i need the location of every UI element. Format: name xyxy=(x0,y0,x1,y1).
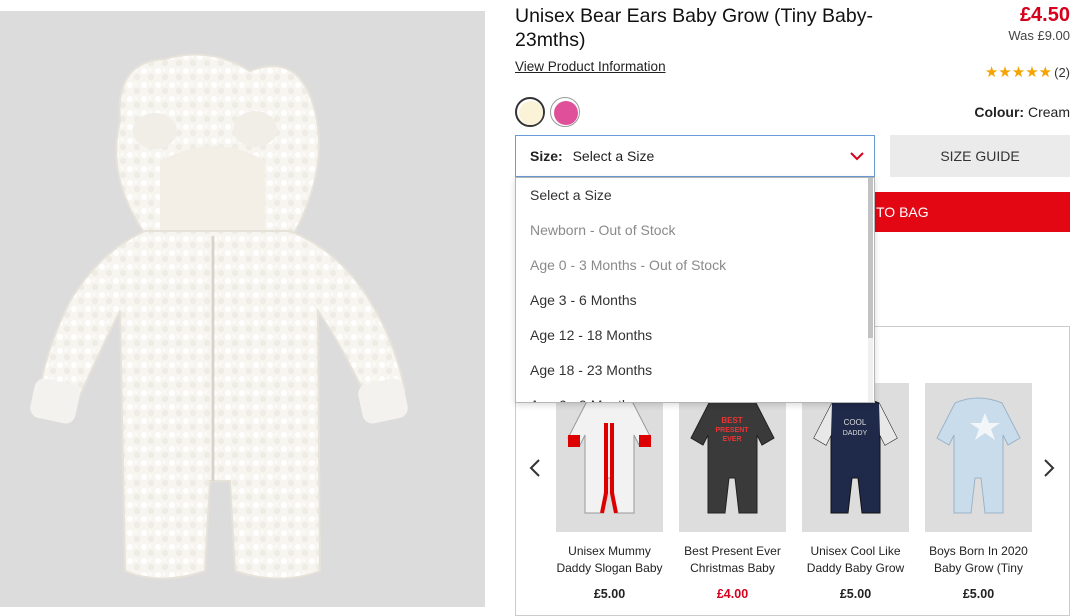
colour-label-key: Colour: xyxy=(974,104,1025,120)
product-main-image[interactable] xyxy=(0,11,485,607)
svg-text:DADDY: DADDY xyxy=(843,430,868,437)
carousel-item-name[interactable]: Unisex Mummy Daddy Slogan Baby xyxy=(556,543,663,577)
colour-swatch-cream[interactable] xyxy=(515,97,545,127)
size-option[interactable]: Select a Size xyxy=(516,178,874,213)
carousel-item-image[interactable] xyxy=(925,383,1032,532)
baby-grow-illustration xyxy=(30,53,408,580)
view-product-information-link[interactable]: View Product Information xyxy=(515,59,666,74)
svg-text:BEST: BEST xyxy=(721,416,742,425)
baby-grow-thumbnail xyxy=(936,397,1021,514)
size-select-label: Size: xyxy=(530,148,563,164)
rating-count: (2) xyxy=(1054,64,1070,80)
colour-swatch-pink[interactable] xyxy=(550,97,580,127)
size-guide-button[interactable]: SIZE GUIDE xyxy=(890,135,1070,177)
size-option[interactable]: Age 18 - 23 Months xyxy=(516,353,874,388)
carousel-item-name[interactable]: Unisex Cool Like Daddy Baby Grow xyxy=(802,543,909,577)
colour-label: Colour: Cream xyxy=(974,104,1070,120)
chevron-right-icon[interactable] xyxy=(1042,458,1056,478)
product-title: Unisex Bear Ears Baby Grow (Tiny Baby-23… xyxy=(515,5,873,51)
carousel-item[interactable]: BEST PRESENT EVER Best Present Ever Chri… xyxy=(679,383,786,601)
carousel-item-image[interactable]: COOL DADDY xyxy=(802,383,909,532)
carousel-item-price: £5.00 xyxy=(593,587,626,601)
product-price: £4.50 xyxy=(1019,4,1070,26)
dropdown-scrollbar-thumb[interactable] xyxy=(868,178,873,338)
carousel-item-price: £4.00 xyxy=(716,587,749,601)
svg-text:EVER: EVER xyxy=(722,436,741,443)
svg-text:COOL: COOL xyxy=(844,418,867,427)
size-option[interactable]: Age 12 - 18 Months xyxy=(516,318,874,353)
was-price: Was £9.00 xyxy=(1008,28,1070,43)
size-option[interactable]: Age 6 - 9 Months xyxy=(516,388,874,402)
carousel-item[interactable]: Boys Born In 2020 Baby Grow (Tiny £5.00 xyxy=(925,383,1032,601)
size-option[interactable]: Age 3 - 6 Months xyxy=(516,283,874,318)
swatch-cream-fill xyxy=(519,101,543,125)
baby-grow-thumbnail: BEST PRESENT EVER xyxy=(690,397,775,514)
product-rating[interactable]: ★★★★★ (2) xyxy=(985,63,1070,81)
carousel-item-price: £5.00 xyxy=(962,587,995,601)
carousel-item-image[interactable] xyxy=(556,383,663,532)
rating-stars-icon: ★★★★★ xyxy=(984,64,1053,81)
chevron-down-icon xyxy=(850,152,864,161)
carousel-item[interactable]: Unisex Mummy Daddy Slogan Baby £5.00 xyxy=(556,383,663,601)
size-select-value: Select a Size xyxy=(572,148,655,164)
dropdown-scrollbar[interactable] xyxy=(868,178,873,402)
size-dropdown-list[interactable]: Select a Size Newborn - Out of Stock Age… xyxy=(515,177,875,403)
size-select[interactable]: Size: Select a Size xyxy=(515,135,875,177)
svg-text:PRESENT: PRESENT xyxy=(715,427,749,434)
swatch-pink-fill xyxy=(554,101,578,125)
carousel-item-name[interactable]: Boys Born In 2020 Baby Grow (Tiny xyxy=(925,543,1032,577)
baby-grow-thumbnail xyxy=(567,397,652,514)
carousel-item[interactable]: COOL DADDY Unisex Cool Like Daddy Baby G… xyxy=(802,383,909,601)
chevron-left-icon[interactable] xyxy=(528,458,542,478)
add-to-bag-label: TO BAG xyxy=(876,204,929,220)
baby-grow-thumbnail: COOL DADDY xyxy=(813,397,898,514)
size-option[interactable]: Newborn - Out of Stock xyxy=(516,213,874,248)
carousel-item-image[interactable]: BEST PRESENT EVER xyxy=(679,383,786,532)
carousel-item-name[interactable]: Best Present Ever Christmas Baby xyxy=(679,543,786,577)
colour-value: Cream xyxy=(1027,104,1070,120)
carousel-item-price: £5.00 xyxy=(839,587,872,601)
size-option[interactable]: Age 0 - 3 Months - Out of Stock xyxy=(516,248,874,283)
